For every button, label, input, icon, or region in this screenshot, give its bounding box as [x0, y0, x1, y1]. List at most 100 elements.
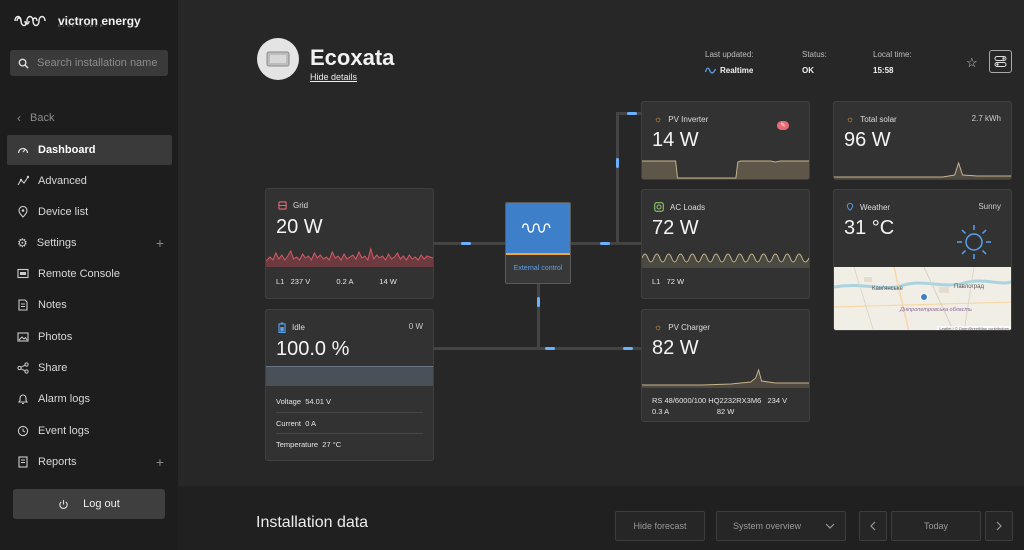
expand-plus-icon[interactable]: + [156, 235, 164, 251]
chevron-right-icon [996, 521, 1002, 531]
grid-current: 0.2 A [336, 277, 354, 286]
pv-inverter-sparkline [642, 160, 809, 179]
pv-charger-card[interactable]: ☼ PV Charger 82 W RS 48/6000/100 HQ2232R… [641, 309, 810, 422]
hide-details-link[interactable]: Hide details [310, 72, 357, 82]
ac-loads-label: AC Loads [670, 202, 706, 212]
bell-icon [17, 394, 29, 404]
divider [276, 433, 423, 434]
flow-dot [537, 297, 540, 307]
previous-day-button[interactable] [859, 511, 887, 541]
map-marker-icon[interactable] [920, 293, 928, 301]
sidebar-item-label: Advanced [38, 175, 87, 187]
ac-plug-icon [654, 202, 664, 212]
clock-icon [17, 425, 29, 437]
hide-forecast-button[interactable]: Hide forecast [615, 511, 705, 541]
weather-condition: Sunny [978, 202, 1001, 211]
location-map[interactable]: Кам'янське Павлоград Дніпропетровська об… [834, 267, 1011, 330]
location-pin-icon [846, 202, 854, 211]
sidebar-item-dashboard[interactable]: Dashboard [7, 135, 172, 165]
inverter-device-icon [266, 51, 290, 67]
pv-charger-device: RS 48/6000/100 HQ2232RX3M6 [652, 396, 762, 405]
app-root: victron energy BLUE POWER ‹ Back Dashboa… [0, 0, 1024, 550]
search-icon [18, 58, 29, 69]
back-link[interactable]: ‹ Back [7, 103, 172, 133]
victron-logo-icon [14, 15, 46, 27]
sidebar-item-reports[interactable]: Reports + [7, 447, 172, 477]
back-label: Back [30, 112, 55, 124]
expand-plus-icon[interactable]: + [156, 454, 164, 470]
sidebar-item-remote-console[interactable]: Remote Console [7, 259, 172, 289]
sidebar-item-settings[interactable]: ⚙ Settings + [7, 228, 172, 258]
today-label: Today [923, 521, 949, 531]
grid-label: Grid [293, 201, 309, 210]
battery-row-key: Voltage [276, 397, 302, 406]
local-time: Local time: 15:58 [873, 50, 912, 75]
brand-logo[interactable]: victron energy [12, 10, 141, 32]
sidebar-item-label: Event logs [38, 425, 90, 437]
map-label: Кам'янське [872, 286, 903, 292]
total-solar-energy: 2.7 kWh [971, 114, 1001, 123]
toggle-settings-icon [994, 56, 1007, 67]
installation-data-title: Installation data [256, 514, 369, 531]
battery-row-value: 27 °C [322, 440, 342, 449]
installation-avatar[interactable] [257, 38, 299, 80]
sidebar-item-label: Remote Console [38, 268, 120, 280]
map-label: Павлоград [954, 284, 984, 290]
inverter-unit[interactable]: External control [505, 202, 571, 284]
view-select[interactable]: System overview [716, 511, 846, 541]
status-value: OK [802, 66, 814, 75]
total-solar-sparkline [834, 161, 1011, 179]
sidebar-item-device-list[interactable]: Device list [7, 197, 172, 227]
pv-charger-sparkline [642, 368, 809, 388]
sidebar-item-label: Share [38, 362, 68, 374]
battery-row-key: Temperature [276, 440, 319, 449]
weather-card[interactable]: Weather Sunny 31 °C Кам'янське Павлоград… [833, 189, 1012, 331]
battery-row-value: 54.01 V [305, 397, 332, 406]
sidebar-item-event-logs[interactable]: Event logs [7, 416, 172, 446]
sidebar-item-notes[interactable]: Notes [7, 290, 172, 320]
search-box [10, 50, 168, 76]
last-updated-label: Last updated: [705, 50, 754, 59]
favorite-star-icon[interactable]: ☆ [966, 55, 978, 71]
ac-loads-sparkline [642, 253, 809, 268]
logout-button[interactable]: Log out [13, 489, 165, 519]
local-time-label: Local time: [873, 50, 912, 59]
page-title: Ecoxata [310, 45, 395, 70]
total-solar-value: 96 W [844, 129, 891, 151]
today-button[interactable]: Today [891, 511, 981, 541]
view-select-value: System overview [733, 521, 802, 531]
alert-badge-icon[interactable]: ✎ [777, 121, 789, 130]
pv-inverter-card[interactable]: ☼ PV Inverter ✎ 14 W [641, 101, 810, 180]
brand-tagline: BLUE POWER [58, 23, 105, 28]
search-input[interactable] [37, 57, 162, 69]
total-solar-card[interactable]: ☼ Total solar 2.7 kWh 96 W [833, 101, 1012, 180]
ac-loads-card[interactable]: AC Loads 72 W L1 72 W [641, 189, 810, 299]
next-day-button[interactable] [985, 511, 1013, 541]
sidebar-item-advanced[interactable]: Advanced [7, 166, 172, 196]
flow-dot [600, 242, 610, 245]
unit-label: External control [513, 265, 563, 272]
sidebar-item-alarm-logs[interactable]: Alarm logs [7, 384, 172, 414]
realtime-wave-icon [705, 67, 716, 74]
graph-icon [17, 175, 29, 186]
wire-pv-inverter-vertical [616, 112, 619, 245]
sidebar-item-share[interactable]: Share [7, 353, 172, 383]
battery-card[interactable]: Idle 0 W 100.0 % Voltage 54.01 V Current… [265, 309, 434, 461]
flow-dot [545, 347, 555, 350]
logout-label: Log out [83, 498, 120, 510]
map-attribution[interactable]: Leaflet | © OpenStreetMap contributors [937, 326, 1011, 330]
battery-row-key: Current [276, 419, 302, 428]
device-settings-button[interactable] [989, 50, 1012, 73]
wire-battery-charger [433, 347, 641, 350]
sidebar-item-label: Photos [38, 331, 73, 343]
battery-level-bar [266, 366, 433, 386]
sidebar-item-photos[interactable]: Photos [7, 322, 172, 352]
pv-charger-label: PV Charger [668, 322, 711, 332]
note-icon [18, 299, 28, 311]
sun-large-icon [957, 225, 991, 259]
hide-forecast-label: Hide forecast [633, 521, 687, 531]
sidebar-item-label: Settings [36, 237, 77, 249]
grid-card[interactable]: Grid 20 W L1 237 V 0.2 A 14 W [265, 188, 434, 299]
ac-loads-value: 72 W [652, 217, 699, 239]
status-label: Status: [802, 50, 827, 59]
